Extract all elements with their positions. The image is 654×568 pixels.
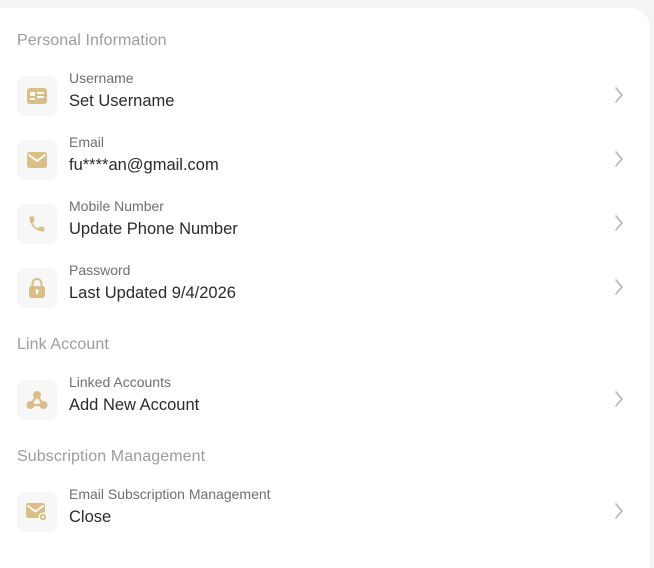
chevron-right-icon: [615, 279, 623, 295]
section-title-link-account: Link Account: [17, 336, 109, 353]
row-email-subscription[interactable]: Email Subscription Management Close: [0, 486, 650, 542]
row-email[interactable]: Email fu****an@gmail.com: [0, 134, 650, 190]
username-label: Username: [69, 70, 134, 86]
username-value: Set Username: [69, 92, 175, 110]
row-linked-accounts[interactable]: Linked Accounts Add New Account: [0, 374, 650, 430]
section-title-personal-information: Personal Information: [17, 32, 167, 49]
chevron-right-icon: [615, 503, 623, 519]
linked-accounts-value: Add New Account: [69, 396, 200, 414]
password-value: Last Updated 9/4/2026: [69, 284, 236, 302]
chevron-right-icon: [615, 87, 623, 103]
phone-icon: [17, 204, 57, 244]
email-subscription-label: Email Subscription Management: [69, 486, 271, 502]
mobile-number-value: Update Phone Number: [69, 220, 238, 238]
row-username[interactable]: Username Set Username: [0, 70, 650, 126]
mobile-number-label: Mobile Number: [69, 198, 164, 214]
mail-icon: [17, 140, 57, 180]
email-subscription-value: Close: [69, 508, 112, 526]
linked-accounts-label: Linked Accounts: [69, 374, 171, 390]
password-label: Password: [69, 262, 131, 278]
chevron-right-icon: [615, 215, 623, 231]
row-password[interactable]: Password Last Updated 9/4/2026: [0, 262, 650, 318]
id-card-icon: [17, 76, 57, 116]
settings-card: Personal Information Username Set Userna…: [0, 8, 650, 568]
email-value: fu****an@gmail.com: [69, 156, 219, 174]
network-nodes-icon: [17, 380, 57, 420]
section-title-subscription-management: Subscription Management: [17, 448, 206, 465]
row-mobile-number[interactable]: Mobile Number Update Phone Number: [0, 198, 650, 254]
chevron-right-icon: [615, 391, 623, 407]
email-label: Email: [69, 134, 105, 150]
chevron-right-icon: [615, 151, 623, 167]
lock-icon: [17, 268, 57, 308]
mail-settings-icon: [17, 492, 57, 532]
